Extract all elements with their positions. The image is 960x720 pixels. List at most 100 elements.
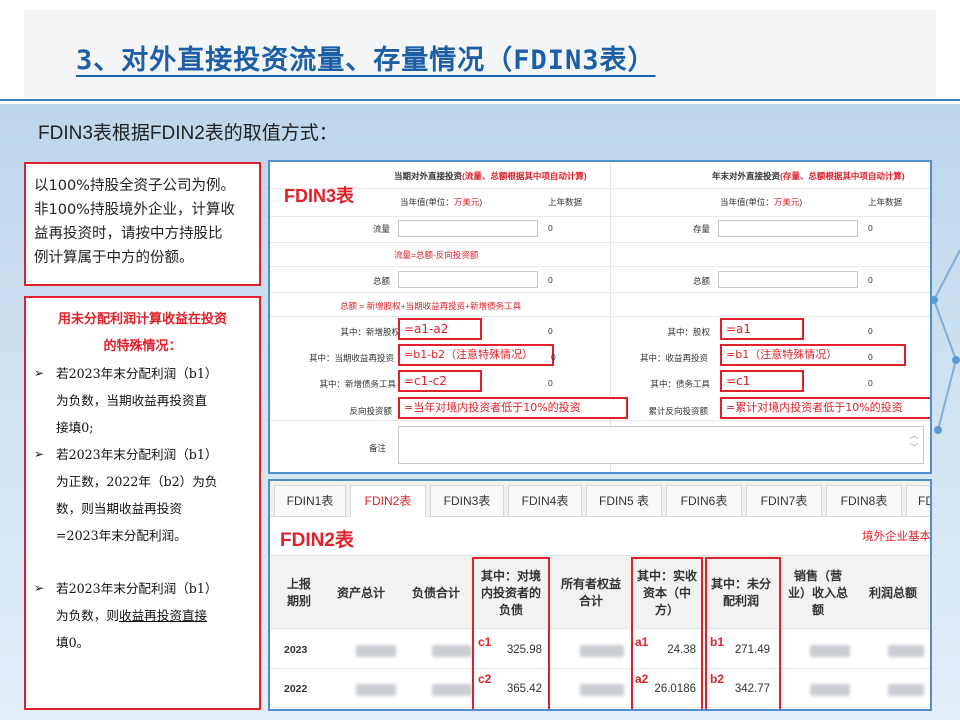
- note-line: 若2023年末分配利润（b1）: [56, 447, 218, 462]
- formula-equity: =a1: [720, 318, 804, 340]
- row-label-debt: 其中：新增债务工具: [319, 379, 396, 389]
- redacted-cell: [810, 645, 850, 657]
- tab-fdin4[interactable]: FDIN4表: [508, 485, 582, 517]
- note-line: 以100%持股全资子公司为例。: [34, 178, 235, 194]
- fdin3-right-header: 年末对外直接投资(存量、总额根据其中项自动计算): [712, 171, 905, 181]
- table-row: 2023 c1 325.98 a1 24.38 b1 271.49: [270, 631, 930, 669]
- prev-value: 0: [548, 223, 553, 233]
- prev-value: 0: [548, 275, 553, 285]
- fdin3-form-screenshot: FDIN3表 当期对外直接投资(流量、总额根据其中项自动计算) 年末对外直接投资…: [268, 160, 932, 474]
- decorative-network-graphic: [930, 249, 960, 434]
- fdin3-label: FDIN3表: [284, 186, 355, 206]
- row-label-equity: 其中：股权: [667, 327, 710, 337]
- flow-input[interactable]: [398, 220, 538, 237]
- formula-reinvest: =b1-b2（注意特殊情况）: [398, 344, 554, 366]
- cell-year: 2023: [284, 644, 308, 656]
- row-label-total: 总额: [372, 276, 390, 286]
- prev-value: 0: [868, 352, 873, 362]
- col-prev-year: 上年数据: [868, 197, 903, 207]
- row-label-reinvest: 其中：收益再投资: [639, 353, 708, 363]
- note-bullet-item: ➢ 若2023年末分配利润（b1） 为负数，当期收益再投资直 接填0;: [32, 360, 253, 441]
- highlight-debt-column: [472, 557, 550, 709]
- prev-value: 0: [551, 352, 556, 362]
- scroll-down-icon[interactable]: ﹀: [910, 442, 918, 454]
- row-label-stock: 存量: [692, 224, 710, 234]
- highlight-paidin-column: [631, 557, 703, 709]
- formula-reverse-cumulative: =累计对境内投资者低于10%的投资: [720, 397, 930, 419]
- tab-fd-truncated[interactable]: FD: [906, 485, 930, 517]
- arrow-bullet-icon: ➢: [34, 366, 45, 380]
- tab-fdin8[interactable]: FDIN8表: [826, 485, 902, 517]
- fdin3-left-header: 当期对外直接投资(流量、总额根据其中项自动计算): [394, 171, 587, 181]
- th-sales: 销售（营 业）收入总额: [787, 568, 848, 617]
- row-label-total: 总额: [692, 276, 710, 286]
- tab-fdin5[interactable]: FDIN5 表: [586, 485, 662, 517]
- col-prev-year: 上年数据: [548, 197, 583, 207]
- note-line: 例计算属于中方的份额。: [34, 250, 194, 266]
- total-input[interactable]: [718, 271, 858, 288]
- fdin2-label: FDIN2表: [280, 530, 354, 551]
- row-label-debt: 其中：债务工具: [650, 379, 710, 389]
- note-line: 填0。: [56, 635, 90, 650]
- row-label-flow: 流量: [372, 224, 390, 234]
- note-heading: 的特殊情况：: [103, 339, 182, 354]
- textarea-scrollbar[interactable]: ︿ ﹀: [910, 430, 918, 454]
- stock-input[interactable]: [718, 220, 858, 237]
- formula-reinvest: =b1（注意特殊情况）: [720, 344, 906, 366]
- flow-formula-note: 流量=总额-反向投资额: [394, 250, 479, 260]
- header-divider: [0, 99, 960, 101]
- tab-fdin7[interactable]: FDIN7表: [746, 485, 822, 517]
- row-label-remark: 备注: [368, 443, 386, 453]
- note-line: 益再投资时，请按中方持股比: [34, 226, 223, 242]
- row-label-equity: 其中：新增股权: [340, 327, 400, 337]
- tab-fdin2[interactable]: FDIN2表: [350, 485, 426, 517]
- scroll-up-icon[interactable]: ︿: [910, 430, 918, 442]
- note-line: 为正数，2022年（b2）为负: [56, 474, 218, 489]
- prev-value: 0: [868, 223, 873, 233]
- redacted-cell: [356, 684, 396, 696]
- highlight-retained-column: [705, 557, 781, 709]
- prev-value: 0: [868, 275, 873, 285]
- fdin2-table-screenshot: FDIN1表 FDIN2表 FDIN3表 FDIN4表 FDIN5 表 FDIN…: [268, 479, 932, 711]
- redacted-cell: [580, 684, 624, 696]
- row-label-reverse-cumulative: 累计反向投资额: [648, 406, 708, 416]
- total-formula-note: 总额 = 新增股权+当期收益再投资+新增债务工具: [340, 301, 522, 311]
- note-line: 若2023年末分配利润（b1）: [56, 366, 218, 381]
- tab-fdin1[interactable]: FDIN1表: [274, 485, 346, 517]
- tab-bar: FDIN1表 FDIN2表 FDIN3表 FDIN4表 FDIN5 表 FDIN…: [270, 481, 930, 517]
- note-line: 接填0;: [56, 420, 94, 435]
- row-label-reverse: 反向投资额: [349, 406, 392, 416]
- fdin2-right-link[interactable]: 境外企业基本: [862, 528, 930, 544]
- redacted-cell: [810, 684, 850, 696]
- note-line: 若2023年末分配利润（b1）: [56, 581, 218, 596]
- tab-fdin6[interactable]: FDIN6表: [666, 485, 742, 517]
- th-profit: 利润总额: [868, 585, 917, 600]
- arrow-bullet-icon: ➢: [34, 447, 45, 461]
- note-box-ownership: 以100%持股全资子公司为例。 非100%持股境外企业，计算收 益再投资时，请按…: [24, 162, 261, 286]
- th-equity: 所有者权益 合计: [560, 577, 621, 608]
- note-box-special-cases: 用未分配利润计算收益在投资 的特殊情况： ➢ 若2023年末分配利润（b1） 为…: [24, 296, 261, 710]
- col-current-year: 当年值(单位：万美元): [720, 197, 803, 207]
- redacted-cell: [580, 645, 624, 657]
- tab-fdin3[interactable]: FDIN3表: [430, 485, 504, 517]
- formula-reverse: =当年对境内投资者低于10%的投资: [398, 397, 628, 419]
- table-header: 上报 期别 资产总计 负债合计 其中：对境 内投资者的 负债 所有者权益 合计 其中：实…: [270, 555, 930, 629]
- formula-new-debt: =c1-c2: [398, 370, 482, 392]
- redacted-cell: [888, 645, 924, 657]
- prev-value: 0: [548, 378, 553, 388]
- note-line: 数，则当期收益再投资: [56, 501, 182, 516]
- note-line: 为负数，当期收益再投资直: [56, 393, 208, 408]
- col-current-year: 当年值(单位：万美元): [400, 197, 483, 207]
- formula-new-equity: =a1-a2: [398, 318, 482, 340]
- note-line: 为负数，则收益再投资直接: [56, 608, 208, 623]
- note-line: =2023年末分配利润。: [56, 528, 187, 543]
- prev-value: 0: [868, 378, 873, 388]
- remark-textarea[interactable]: [398, 426, 924, 464]
- redacted-cell: [432, 645, 472, 657]
- cell-year: 2022: [284, 683, 308, 695]
- total-input[interactable]: [398, 271, 538, 288]
- note-line: 非100%持股境外企业，计算收: [34, 202, 235, 218]
- note-heading: 用未分配利润计算收益在投资: [57, 312, 227, 327]
- redacted-cell: [432, 684, 472, 696]
- redacted-cell: [356, 645, 396, 657]
